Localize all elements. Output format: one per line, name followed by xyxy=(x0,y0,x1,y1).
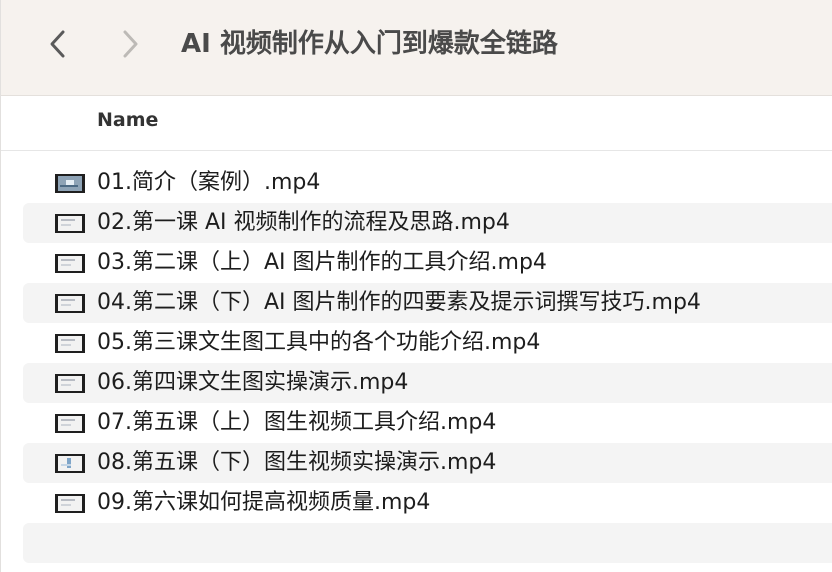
forward-button[interactable] xyxy=(117,26,143,62)
file-name: 09.第六课如何提高视频质量.mp4 xyxy=(97,490,431,515)
empty-row xyxy=(23,523,832,563)
video-thumbnail-icon xyxy=(55,454,85,473)
file-row[interactable]: 08.第五课（下）图生视频实操演示.mp4 xyxy=(23,443,832,483)
video-thumbnail-icon xyxy=(55,294,85,313)
video-thumbnail-icon xyxy=(55,254,85,273)
window-title: AI 视频制作从入门到爆款全链路 xyxy=(181,29,558,59)
file-row[interactable]: 04.第二课（下）AI 图片制作的四要素及提示词撰写技巧.mp4 xyxy=(23,283,832,323)
video-thumbnail-icon xyxy=(55,334,85,353)
list-header: Name xyxy=(1,97,832,151)
file-name: 03.第二课（上）AI 图片制作的工具介绍.mp4 xyxy=(97,250,547,275)
file-name: 02.第一课 AI 视频制作的流程及思路.mp4 xyxy=(97,210,510,235)
file-list: 01.简介（案例）.mp4 02.第一课 AI 视频制作的流程及思路.mp4 03.… xyxy=(23,163,832,563)
file-row[interactable]: 09.第六课如何提高视频质量.mp4 xyxy=(23,483,832,523)
video-thumbnail-icon xyxy=(55,174,85,193)
file-name: 05.第三课文生图工具中的各个功能介绍.mp4 xyxy=(97,330,541,355)
file-row[interactable]: 02.第一课 AI 视频制作的流程及思路.mp4 xyxy=(23,203,832,243)
file-row[interactable]: 01.简介（案例）.mp4 xyxy=(23,163,832,203)
column-header-name[interactable]: Name xyxy=(97,109,158,131)
file-row[interactable]: 06.第四课文生图实操演示.mp4 xyxy=(23,363,832,403)
file-row[interactable]: 07.第五课（上）图生视频工具介绍.mp4 xyxy=(23,403,832,443)
file-name: 07.第五课（上）图生视频工具介绍.mp4 xyxy=(97,410,497,435)
video-thumbnail-icon xyxy=(55,374,85,393)
file-name: 06.第四课文生图实操演示.mp4 xyxy=(97,370,409,395)
chevron-left-icon xyxy=(50,30,65,58)
toolbar: AI 视频制作从入门到爆款全链路 xyxy=(1,0,832,96)
file-row[interactable]: 05.第三课文生图工具中的各个功能介绍.mp4 xyxy=(23,323,832,363)
file-name: 08.第五课（下）图生视频实操演示.mp4 xyxy=(97,450,497,475)
file-name: 01.简介（案例）.mp4 xyxy=(97,170,321,195)
video-thumbnail-icon xyxy=(55,494,85,513)
video-thumbnail-icon xyxy=(55,414,85,433)
file-row[interactable]: 03.第二课（上）AI 图片制作的工具介绍.mp4 xyxy=(23,243,832,283)
file-name: 04.第二课（下）AI 图片制作的四要素及提示词撰写技巧.mp4 xyxy=(97,290,701,315)
chevron-right-icon xyxy=(123,30,138,58)
video-thumbnail-icon xyxy=(55,214,85,233)
back-button[interactable] xyxy=(45,26,71,62)
finder-window: AI 视频制作从入门到爆款全链路 Name 01.简介（案例）.mp4 02.第一… xyxy=(0,0,832,572)
